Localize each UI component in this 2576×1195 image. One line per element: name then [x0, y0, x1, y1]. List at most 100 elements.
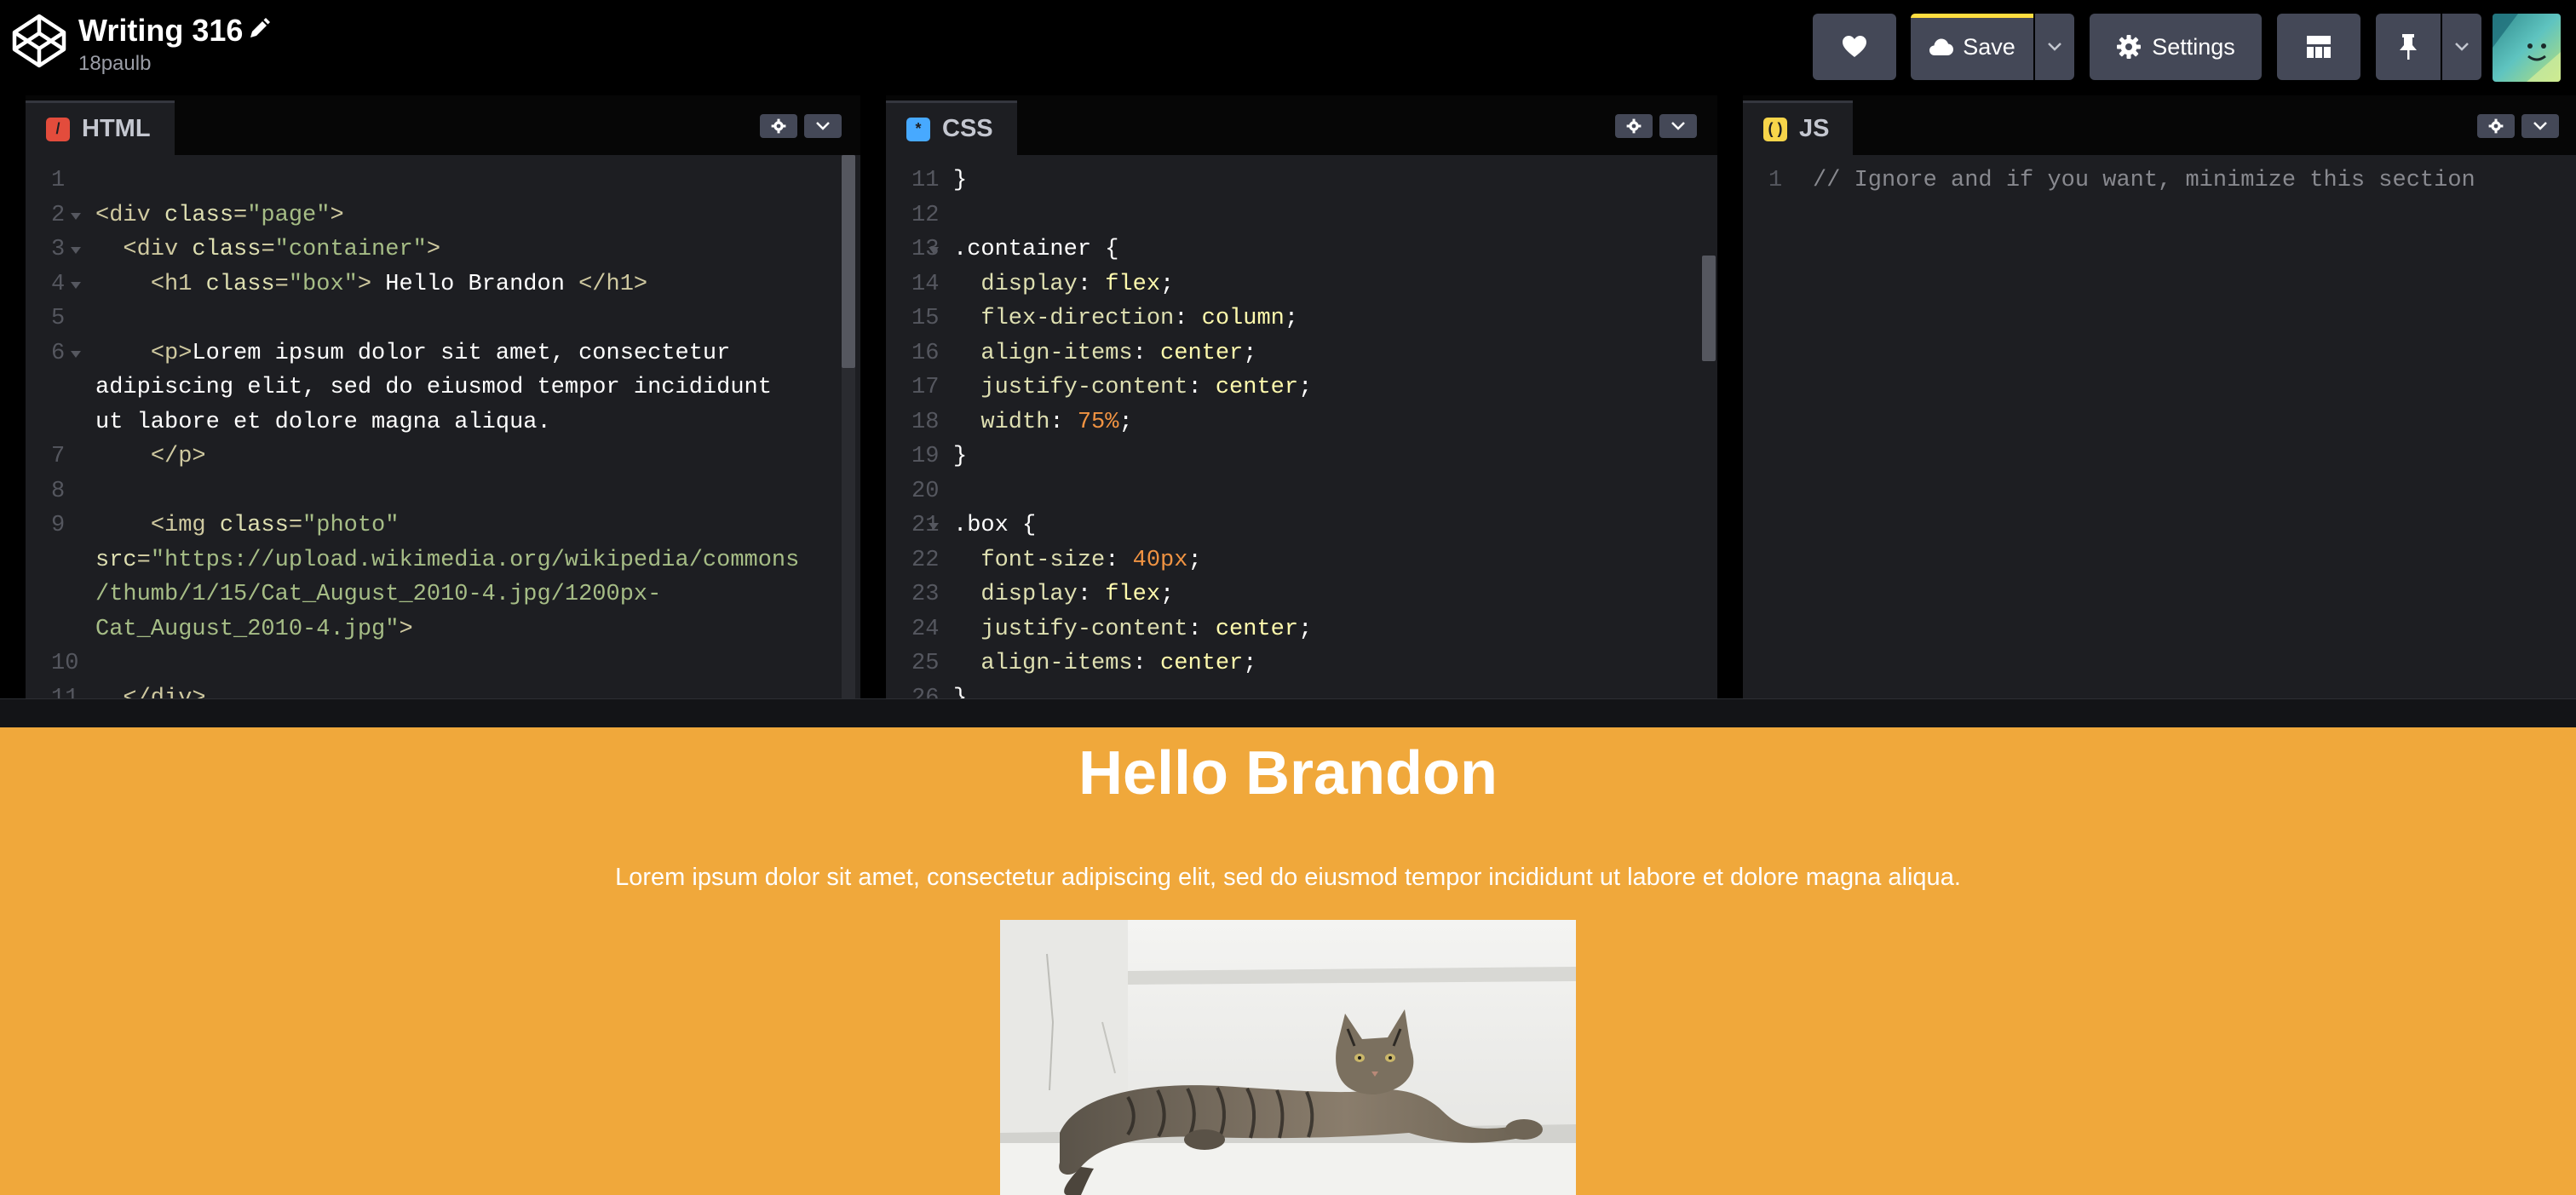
html-collapse-button[interactable]	[804, 114, 842, 138]
code-line: <div class="page">	[95, 198, 344, 233]
code-token: :	[1187, 616, 1216, 642]
save-button[interactable]: Save	[1911, 14, 2033, 80]
fold-caret-icon[interactable]	[70, 246, 82, 255]
pencil-edit-icon[interactable]	[247, 17, 271, 41]
preview-paragraph: Lorem ipsum dolor sit amet, consectetur …	[615, 864, 1961, 891]
chevron-down-icon	[2533, 122, 2547, 130]
code-token: center	[1215, 616, 1299, 642]
css-collapse-button[interactable]	[1659, 114, 1697, 138]
line-number: 6	[51, 340, 66, 366]
html-line-gutter: 1 2 3 4 5 6 7 8 9 10 11	[26, 155, 102, 698]
line-number: 17	[911, 375, 940, 400]
codepen-logo-icon[interactable]	[10, 12, 68, 70]
line-number: 24	[911, 616, 940, 642]
avatar-image	[2493, 14, 2561, 82]
code-line: width: 75%;	[953, 405, 1132, 440]
fold-caret-icon[interactable]	[928, 246, 940, 255]
code-line: .container {	[953, 233, 1118, 267]
line-number: 26	[911, 685, 940, 699]
chevron-down-icon	[2048, 43, 2061, 51]
settings-button[interactable]: Settings	[2090, 14, 2262, 80]
fold-caret-icon[interactable]	[70, 281, 82, 290]
code-token: :	[1132, 340, 1161, 366]
code-token: flex-direction	[980, 306, 1175, 331]
css-scrollbar[interactable]	[1702, 155, 1716, 698]
tab-js[interactable]: ( ) JS	[1743, 101, 1854, 155]
code-token: }	[953, 168, 968, 193]
line-number: 1	[51, 168, 66, 193]
heart-icon	[1843, 36, 1866, 57]
gear-icon	[2488, 118, 2504, 134]
css-scroll-thumb[interactable]	[1702, 256, 1716, 361]
line-number: 16	[911, 340, 940, 366]
js-code-editor[interactable]: 1 // Ignore and if you want, minimize thi…	[1743, 155, 2576, 698]
code-token: =	[288, 513, 303, 538]
save-label: Save	[1963, 33, 2015, 60]
css-panel-header: * CSS	[886, 95, 1717, 155]
preview-heading: Hello Brandon	[1078, 739, 1498, 807]
pen-author[interactable]: 18paulb	[78, 51, 151, 77]
tab-js-label: JS	[1799, 115, 1830, 142]
editor-area: / HTML 1 2 3 4 5 6 7 8 9 10 11 <div class="page"> <…	[0, 95, 2576, 698]
line-number: 20	[911, 478, 940, 504]
save-options-button[interactable]	[2035, 14, 2074, 80]
code-token: center	[1160, 340, 1244, 366]
layout-grid-icon	[2307, 36, 2331, 58]
tab-css[interactable]: * CSS	[886, 101, 1017, 155]
code-token: Cat_August_2010-4.jpg"	[95, 616, 400, 642]
line-number: 3	[51, 237, 66, 262]
js-collapse-button[interactable]	[2521, 114, 2559, 138]
css-line-gutter: 11 12 13 14 15 16 17 18 19 20 21 22 23 24 25 26	[886, 155, 963, 698]
html-slash-icon: /	[46, 117, 70, 141]
pin-button[interactable]	[2376, 14, 2441, 80]
code-token: :	[1105, 547, 1133, 573]
css-code-editor[interactable]: 11 12 13 14 15 16 17 18 19 20 21 22 23 24 25 26} .contai…	[886, 155, 1717, 698]
code-token: =	[233, 202, 248, 228]
code-line: display: flex;	[953, 577, 1174, 612]
code-line: src="https://upload.wikimedia.org/wikipe…	[95, 543, 799, 578]
line-number: 10	[51, 651, 79, 676]
code-token: class	[205, 271, 275, 297]
css-settings-button[interactable]	[1615, 114, 1653, 138]
js-settings-button[interactable]	[2477, 114, 2515, 138]
line-number: 23	[911, 582, 940, 607]
change-view-button[interactable]	[2277, 14, 2360, 80]
code-line: </div>	[95, 681, 205, 699]
preview-resize-handle[interactable]	[0, 698, 2576, 727]
code-token: ;	[1298, 616, 1313, 642]
code-line: adipiscing elit, sed do eiusmod tempor i…	[95, 371, 772, 405]
code-token: =	[261, 237, 275, 262]
code-token: .box {	[953, 513, 1037, 538]
code-token: <img	[150, 513, 220, 538]
code-token: ;	[1187, 547, 1202, 573]
tab-html[interactable]: / HTML	[26, 101, 175, 155]
html-settings-button[interactable]	[760, 114, 797, 138]
code-line: .box {	[953, 508, 1036, 543]
code-line: }	[953, 164, 967, 198]
code-token: ;	[1243, 340, 1257, 366]
fold-caret-icon[interactable]	[928, 522, 940, 531]
pen-title[interactable]: Writing 316	[78, 12, 243, 49]
like-button[interactable]	[1813, 14, 1896, 80]
fold-caret-icon[interactable]	[70, 350, 82, 359]
code-token: // Ignore and if you want, minimize this…	[1813, 168, 2475, 193]
fold-caret-icon[interactable]	[70, 212, 82, 221]
js-line-gutter: 1	[1743, 155, 1820, 698]
user-avatar[interactable]	[2493, 14, 2561, 82]
html-code-editor[interactable]: 1 2 3 4 5 6 7 8 9 10 11 <div class="page"> <div cla…	[26, 155, 860, 698]
pin-options-button[interactable]	[2442, 14, 2481, 80]
line-number: 9	[51, 513, 66, 538]
gear-icon	[1626, 118, 1642, 134]
html-scrollbar[interactable]	[842, 155, 855, 698]
code-token: class	[219, 513, 289, 538]
chevron-down-icon	[1671, 122, 1685, 130]
gear-icon	[771, 118, 786, 134]
html-scroll-thumb[interactable]	[842, 155, 855, 368]
code-token: "container"	[274, 237, 427, 262]
code-token: "photo"	[302, 513, 400, 538]
